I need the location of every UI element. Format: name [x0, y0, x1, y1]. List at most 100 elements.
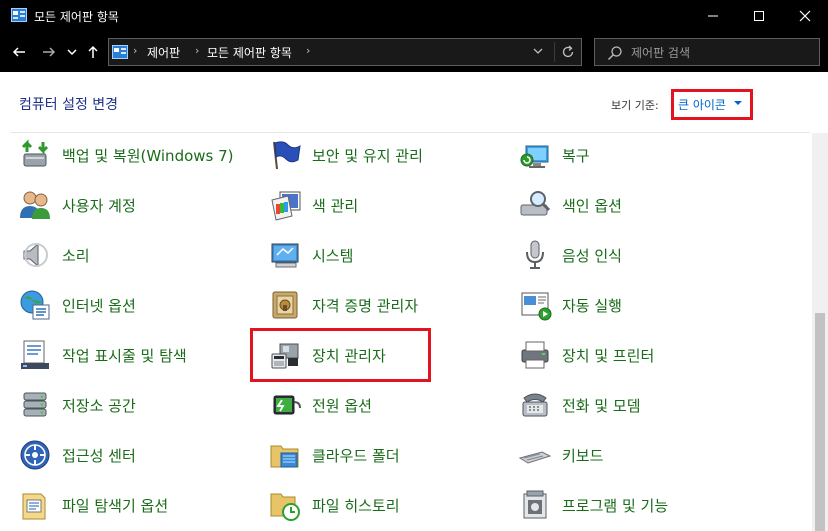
user-accounts-icon — [20, 191, 50, 219]
control-panel-item[interactable]: 키보드 — [518, 435, 603, 475]
storage-spaces-icon — [23, 392, 47, 417]
control-panel-item[interactable]: 파일 히스토리 — [268, 485, 400, 525]
control-panel-item-label: 프로그램 및 기능 — [562, 496, 669, 515]
control-panel-item-label: 보안 및 유지 관리 — [312, 146, 423, 165]
control-panel-item[interactable]: 자동 실행 — [518, 285, 622, 325]
control-panel-item[interactable]: 프로그램 및 기능 — [518, 485, 668, 525]
breadcrumb-control-panel[interactable]: 제어판 — [147, 44, 180, 61]
security-maintenance-flag-icon — [273, 141, 301, 170]
control-panel-item[interactable]: 자격 증명 관리자 — [268, 285, 418, 325]
control-panel-item-label: 소리 — [62, 246, 90, 265]
view-by-label: 보기 기준: — [611, 99, 659, 112]
control-panel-item[interactable]: 접근성 센터 — [18, 435, 136, 475]
arrow-right-icon — [43, 47, 56, 57]
control-panel-item-label: 파일 탐색기 옵션 — [62, 496, 169, 515]
address-dropdown-icon[interactable] — [532, 45, 544, 57]
control-panel-item-label: 키보드 — [562, 446, 604, 465]
breadcrumb-all-items[interactable]: 모든 제어판 항목 — [207, 44, 292, 61]
control-panel-item[interactable]: 작업 표시줄 및 탐색 — [18, 335, 187, 375]
work-folders-icon — [270, 445, 299, 468]
address-divider — [554, 42, 555, 62]
control-panel-item[interactable]: 파일 탐색기 옵션 — [18, 485, 168, 525]
file-explorer-options-icon — [22, 493, 46, 520]
control-panel-item[interactable]: 보안 및 유지 관리 — [268, 135, 423, 175]
address-bar[interactable]: › 제어판 › 모든 제어판 항목 › — [108, 38, 582, 66]
control-panel-item[interactable]: 색 관리 — [268, 185, 358, 225]
control-panel-item-label: 접근성 센터 — [62, 446, 136, 465]
autoplay-icon — [521, 292, 552, 321]
control-panel-item-label: 인터넷 옵션 — [62, 296, 136, 315]
search-icon — [608, 46, 622, 60]
credential-manager-icon — [272, 291, 298, 319]
search-input[interactable]: 제어판 검색 — [594, 38, 820, 66]
file-history-icon — [270, 493, 300, 521]
scrollbar-thumb[interactable] — [815, 313, 825, 531]
control-panel-item[interactable]: 복구 — [518, 135, 590, 175]
control-panel-item[interactable]: 시스템 — [268, 235, 353, 275]
refresh-icon[interactable] — [560, 44, 576, 60]
ease-of-access-icon — [20, 440, 50, 470]
maximize-button[interactable] — [736, 0, 782, 32]
control-panel-item-label: 작업 표시줄 및 탐색 — [62, 346, 187, 365]
internet-options-icon — [20, 290, 50, 320]
search-placeholder: 제어판 검색 — [631, 46, 691, 60]
keyboard-icon — [518, 451, 552, 464]
control-panel-item[interactable]: 전화 및 모뎀 — [518, 385, 641, 425]
control-panel-item-label: 색인 옵션 — [562, 196, 622, 215]
recovery-icon — [520, 145, 549, 168]
color-management-icon — [271, 191, 301, 221]
control-panel-item-label: 사용자 계정 — [62, 196, 136, 215]
control-panel-item-label: 자격 증명 관리자 — [312, 296, 419, 315]
phone-modem-icon — [522, 393, 548, 417]
microphone-icon — [526, 240, 544, 269]
control-panel-item[interactable]: 백업 및 복원(Windows 7) — [18, 135, 234, 175]
page-title: 컴퓨터 설정 변경 — [19, 97, 119, 113]
recent-locations-button[interactable] — [66, 42, 78, 62]
back-button[interactable] — [11, 42, 27, 62]
indexing-options-icon — [520, 191, 551, 216]
control-panel-item-label: 장치 및 프린터 — [562, 346, 655, 365]
up-button[interactable] — [86, 42, 100, 62]
maximize-icon — [754, 11, 764, 21]
control-panel-item[interactable]: 음성 인식 — [518, 235, 622, 275]
minimize-button[interactable] — [690, 0, 736, 32]
forward-button[interactable] — [41, 42, 57, 62]
control-panel-item[interactable]: 소리 — [18, 235, 90, 275]
arrow-up-icon — [88, 45, 98, 58]
control-panel-item[interactable]: 전원 옵션 — [268, 385, 372, 425]
divider — [10, 132, 810, 133]
breadcrumb-chevron-icon: › — [195, 44, 200, 57]
view-by-highlight-box — [671, 89, 753, 120]
vertical-scrollbar[interactable] — [812, 133, 828, 531]
taskbar-navigation-icon — [21, 340, 49, 369]
system-monitor-icon — [271, 243, 299, 268]
close-icon — [799, 10, 811, 22]
window-title: 모든 제어판 항목 — [34, 10, 119, 24]
device-manager-highlight-box — [250, 328, 431, 382]
control-panel-item-label: 색 관리 — [312, 196, 359, 215]
control-panel-item[interactable]: 저장소 공간 — [18, 385, 136, 425]
content-pane: 컴퓨터 설정 변경 보기 기준: 큰 아이콘 백업 및 복원(Windows 7… — [0, 72, 828, 531]
speaker-icon — [23, 242, 48, 268]
power-options-icon — [273, 395, 301, 415]
control-panel-item-label: 전화 및 모뎀 — [562, 396, 641, 415]
control-panel-item[interactable]: 클라우드 폴더 — [268, 435, 400, 475]
backup-restore-icon — [21, 139, 49, 167]
control-panel-item[interactable]: 장치 및 프린터 — [518, 335, 654, 375]
control-panel-item-label: 전원 옵션 — [312, 396, 372, 415]
arrow-left-icon — [12, 47, 25, 57]
control-panel-item[interactable]: 색인 옵션 — [518, 185, 622, 225]
control-panel-icon — [11, 8, 27, 22]
control-panel-item[interactable]: 사용자 계정 — [18, 185, 136, 225]
control-panel-item-label: 백업 및 복원(Windows 7) — [62, 146, 234, 165]
control-panel-item-label: 파일 히스토리 — [312, 496, 400, 515]
control-panel-item-label: 클라우드 폴더 — [312, 446, 400, 465]
control-panel-item[interactable]: 인터넷 옵션 — [18, 285, 136, 325]
devices-printers-icon — [521, 341, 549, 369]
control-panel-item-label: 저장소 공간 — [62, 396, 136, 415]
breadcrumb-chevron-icon: › — [133, 44, 138, 57]
breadcrumb-chevron-icon: › — [306, 44, 311, 57]
close-button[interactable] — [782, 0, 828, 32]
control-panel-item-label: 자동 실행 — [562, 296, 622, 315]
minimize-icon — [708, 15, 718, 17]
